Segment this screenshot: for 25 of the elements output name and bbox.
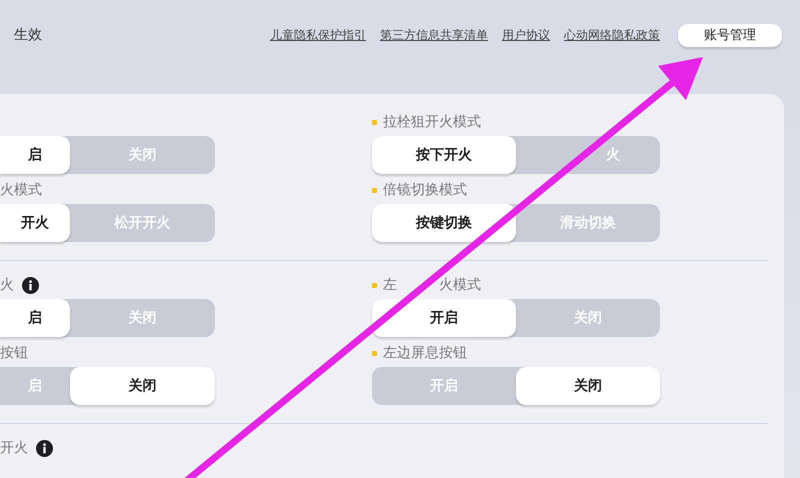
option-button[interactable]: 启	[0, 136, 70, 174]
option-button[interactable]: 关闭	[70, 367, 215, 405]
policy-link[interactable]: 心动网络隐私政策	[564, 26, 660, 44]
policy-link[interactable]: 用户协议	[502, 26, 550, 44]
setting-label: 左边屏息按钮	[383, 344, 467, 362]
option-button[interactable]: 按下开火	[372, 136, 516, 174]
setting-label: 火	[0, 276, 14, 294]
notice-text: 生效	[14, 26, 42, 44]
setting-label: 左	[383, 276, 397, 294]
setting-label: 火模式	[439, 276, 481, 294]
setting-label: 倍镜切换模式	[383, 181, 467, 199]
option-button[interactable]: 开启	[372, 299, 516, 337]
info-icon[interactable]	[22, 276, 39, 294]
setting-label: 火模式	[0, 181, 42, 199]
option-button[interactable]: 关闭	[516, 367, 660, 405]
policy-link[interactable]: 儿童隐私保护指引	[270, 26, 366, 44]
setting-label: 按钮	[0, 344, 28, 362]
setting-label: 开火	[0, 439, 28, 457]
option-button[interactable]: 按键切换	[372, 204, 516, 242]
account-button[interactable]: 账号管理	[678, 24, 782, 46]
info-icon[interactable]	[36, 440, 53, 456]
option-button[interactable]: 启	[0, 299, 70, 337]
policy-link[interactable]: 第三方信息共享清单	[380, 26, 488, 44]
setting-label: 拉栓狙开火模式	[383, 113, 481, 131]
option-button[interactable]: 开火	[0, 204, 70, 242]
